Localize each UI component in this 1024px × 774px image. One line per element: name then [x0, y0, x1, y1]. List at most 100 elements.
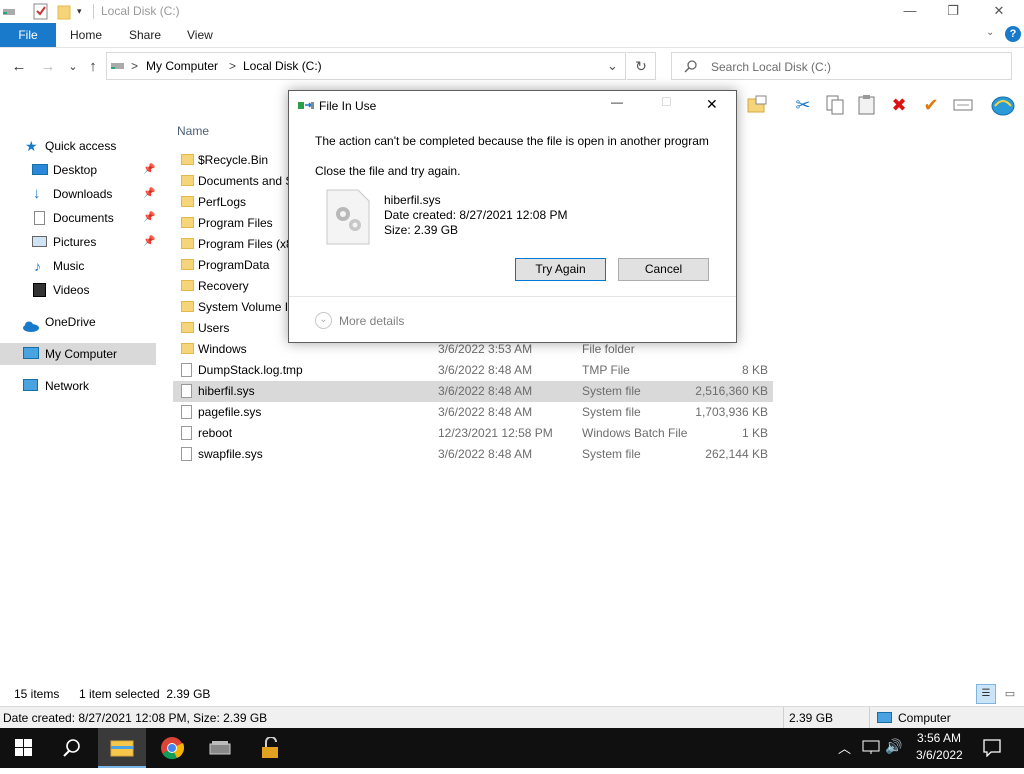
- copy-icon[interactable]: [824, 94, 846, 116]
- delete-icon[interactable]: ✖: [888, 94, 910, 116]
- file-explorer-taskbar-button[interactable]: [98, 728, 146, 768]
- network-status-icon[interactable]: [862, 739, 880, 758]
- new-folder-icon[interactable]: [746, 94, 768, 116]
- system-file-icon: [326, 189, 370, 248]
- details-bar: Date created: 8/27/2021 12:08 PM, Size: …: [0, 706, 1024, 729]
- expand-ribbon-icon[interactable]: ⌄: [986, 27, 994, 38]
- breadcrumb-separator: >: [131, 59, 139, 73]
- details-view-icon[interactable]: ☰: [976, 684, 996, 704]
- dialog-message: The action can't be completed because th…: [315, 134, 709, 148]
- file-name: PerfLogs: [198, 195, 247, 209]
- file-row[interactable]: hiberfil.sys 3/6/2022 8:48 AM System file 2…: [173, 381, 773, 402]
- file-name: Users: [198, 321, 230, 335]
- computer-icon: [877, 712, 892, 723]
- cancel-button[interactable]: Cancel: [618, 258, 709, 281]
- file-name: Windows: [198, 342, 247, 356]
- taskbar: ︿ 🔊 3:56 AM 3/6/2022: [0, 728, 1024, 768]
- volume-icon[interactable]: 🔊: [885, 738, 902, 755]
- app-icon: [2, 3, 16, 20]
- size-readout: 2.39 GB: [789, 711, 834, 725]
- file-date: 3/6/2022 8:48 AM: [438, 405, 533, 419]
- file-icon: [181, 363, 192, 377]
- up-button[interactable]: ↑: [82, 57, 104, 77]
- folder-icon: [181, 196, 194, 207]
- file-name: Program Files: [198, 216, 273, 230]
- dialog-close-button[interactable]: ✕: [706, 96, 718, 113]
- file-type: System file: [582, 384, 641, 398]
- paste-icon[interactable]: [856, 94, 878, 116]
- network-globe-icon[interactable]: [990, 94, 1015, 116]
- recent-locations-button[interactable]: ⌄: [62, 57, 84, 77]
- dialog-title: File In Use: [319, 99, 377, 113]
- address-dropdown-icon[interactable]: ⌄: [607, 58, 618, 74]
- search-button[interactable]: [48, 728, 96, 768]
- cut-icon[interactable]: ✂: [792, 94, 814, 116]
- address-bar[interactable]: > My Computer > Local Disk (C:) ⌄: [106, 52, 626, 80]
- clock-date[interactable]: 3/6/2022: [916, 748, 963, 762]
- file-name: hiberfil.sys: [198, 384, 255, 398]
- file-row[interactable]: swapfile.sys 3/6/2022 8:48 AM System file 2…: [173, 444, 773, 465]
- disk-tool-taskbar-button[interactable]: [196, 728, 244, 768]
- file-name: DumpStack.log.tmp: [198, 363, 303, 377]
- folder-icon: [181, 343, 194, 354]
- file-size: 1 KB: [741, 426, 768, 440]
- file-type: Windows Batch File: [582, 426, 688, 440]
- large-icons-view-icon[interactable]: ▭: [1000, 684, 1020, 704]
- tab-share[interactable]: Share: [129, 23, 161, 47]
- zone-label: Computer: [898, 711, 951, 725]
- refresh-button[interactable]: ↻: [627, 52, 656, 80]
- dialog-minimize-button[interactable]: —: [611, 95, 623, 109]
- file-name: Program Files (x8: [198, 237, 293, 251]
- breadcrumb-separator: >: [229, 59, 237, 73]
- back-button[interactable]: ←: [8, 57, 30, 77]
- properties-icon[interactable]: [33, 3, 49, 20]
- unlocker-taskbar-button[interactable]: [246, 728, 294, 768]
- dialog-file-name: hiberfil.sys: [384, 193, 441, 207]
- notifications-icon[interactable]: [983, 739, 1001, 760]
- tab-home[interactable]: Home: [70, 23, 102, 47]
- close-button[interactable]: ✕: [976, 0, 1022, 23]
- dialog-file-size: Size: 2.39 GB: [384, 223, 459, 237]
- chevron-down-icon[interactable]: ⌄: [315, 312, 332, 329]
- more-details-link[interactable]: More details: [339, 314, 404, 328]
- file-name: pagefile.sys: [198, 405, 262, 419]
- file-name: $Recycle.Bin: [198, 153, 269, 167]
- tab-view[interactable]: View: [187, 23, 213, 47]
- minimize-button[interactable]: —: [887, 0, 933, 23]
- help-button[interactable]: ?: [1005, 26, 1021, 42]
- rename-icon[interactable]: ✔: [920, 94, 942, 116]
- file-date: 3/6/2022 8:48 AM: [438, 384, 533, 398]
- file-size: 2,516,360 KB: [695, 384, 768, 398]
- file-row[interactable]: DumpStack.log.tmp 3/6/2022 8:48 AM TMP Fil…: [173, 360, 773, 381]
- breadcrumb-my-computer[interactable]: My Computer: [146, 59, 218, 73]
- chrome-taskbar-button[interactable]: [148, 728, 196, 768]
- dialog-instruction: Close the file and try again.: [315, 164, 461, 178]
- start-button[interactable]: [0, 728, 48, 768]
- file-row[interactable]: reboot 12/23/2021 12:58 PM Windows Batch F…: [173, 423, 773, 444]
- selection-summary: 1 item selected 2.39 GB: [79, 687, 211, 701]
- clock-time[interactable]: 3:56 AM: [917, 731, 961, 745]
- show-hidden-icons-icon[interactable]: ︿: [838, 738, 851, 757]
- file-name: swapfile.sys: [198, 447, 263, 461]
- item-count: 15 items: [14, 687, 60, 701]
- breadcrumb-local-disk[interactable]: Local Disk (C:): [243, 59, 322, 73]
- folder-icon: [181, 154, 194, 165]
- new-folder-icon[interactable]: [57, 3, 71, 20]
- file-date: 3/6/2022 8:48 AM: [438, 363, 533, 377]
- properties-icon[interactable]: [952, 94, 974, 116]
- forward-button[interactable]: →: [37, 57, 59, 77]
- customize-quick-access-icon[interactable]: ▾: [77, 3, 87, 20]
- folder-icon: [181, 238, 194, 249]
- folder-icon: [181, 280, 194, 291]
- column-header-name[interactable]: Name: [177, 124, 209, 138]
- file-icon: [181, 405, 192, 419]
- file-row[interactable]: pagefile.sys 3/6/2022 8:48 AM System file 1…: [173, 402, 773, 423]
- file-icon: [181, 384, 192, 398]
- try-again-button[interactable]: Try Again: [515, 258, 606, 281]
- maximize-button[interactable]: ❐: [930, 0, 976, 23]
- tab-file[interactable]: File: [0, 23, 56, 47]
- dialog-maximize-button[interactable]: ☐: [661, 95, 672, 109]
- drive-icon: [111, 60, 125, 75]
- folder-icon: [181, 175, 194, 186]
- file-name: ProgramData: [198, 258, 270, 272]
